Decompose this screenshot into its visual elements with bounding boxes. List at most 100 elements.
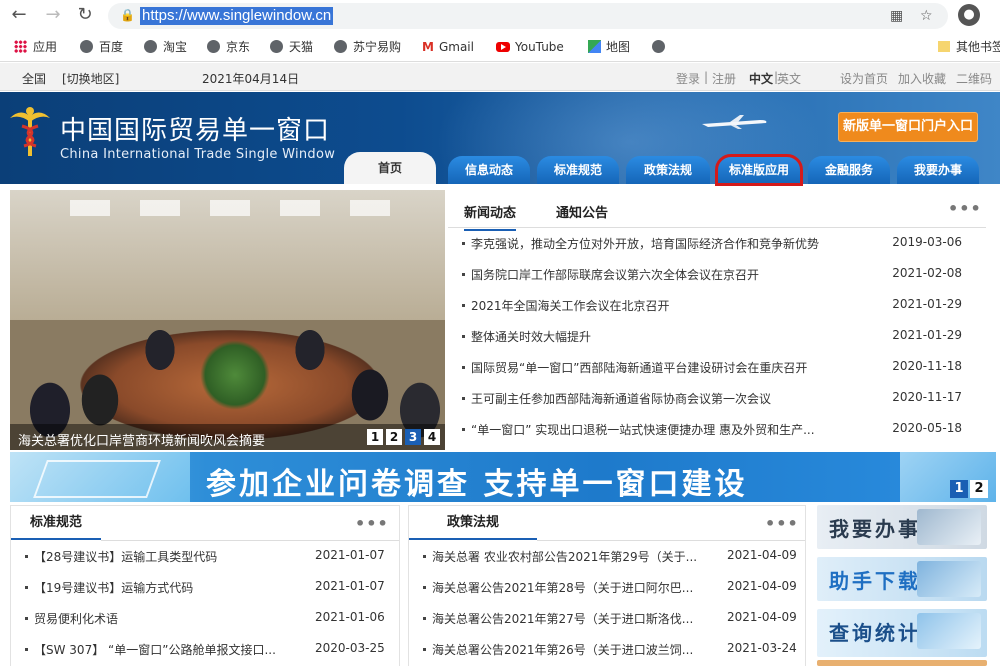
qrcode-link[interactable]: 二维码	[956, 70, 992, 87]
news-item[interactable]: 整体通关时效大幅提升 2021-01-29	[462, 328, 976, 348]
lock-icon: 🔒	[120, 8, 135, 22]
slide-page-2[interactable]: 2	[386, 429, 402, 445]
bookmark-unnamed[interactable]	[652, 39, 671, 55]
slide-page-3[interactable]: 3	[405, 429, 421, 445]
tab-standards[interactable]: 标准规范	[537, 156, 619, 184]
bullet	[25, 555, 28, 558]
ceiling-lights	[70, 200, 390, 216]
news-item[interactable]: “单一窗口” 实现出口退税一站式快速便捷办理 惠及外贸和生产... 2020-05…	[462, 421, 976, 441]
news-slideshow[interactable]: 海关总署优化口岸营商环境新闻吹风会摘要 1 2 3 4	[10, 190, 445, 450]
utility-bar: 全国 [切换地区] 2021年04月14日 登录 | 注册 中文 | 英文 设为…	[0, 63, 1000, 91]
bookmark-baidu[interactable]: 百度	[80, 39, 123, 55]
quick-next-tile[interactable]	[817, 660, 987, 666]
address-bar[interactable]: 🔒 https://www.singlewindow.cn ▦ ☆	[108, 3, 948, 29]
bullet	[462, 366, 465, 369]
list-item[interactable]: 贸易便利化术语 2021-01-06	[25, 610, 387, 630]
banner-page-2[interactable]: 2	[970, 480, 988, 498]
login-link[interactable]: 登录	[676, 70, 700, 87]
site-title: 中国国际贸易单一窗口	[60, 116, 331, 146]
quick-download-tile[interactable]: 助手下载	[817, 557, 987, 601]
switch-region-link[interactable]: [切换地区]	[62, 70, 119, 87]
list-item[interactable]: 海关总署公告2021年第26号（关于进口波兰饲... 2021-03-24	[423, 641, 799, 661]
chart-icon	[917, 613, 981, 649]
globe-icon	[80, 40, 93, 53]
star-icon[interactable]: ☆	[920, 8, 933, 24]
slide-page-1[interactable]: 1	[367, 429, 383, 445]
quick-statistics-tile[interactable]: 查询统计	[817, 609, 987, 657]
news-item[interactable]: 2021年全国海关工作会议在北京召开 2021-01-29	[462, 297, 976, 317]
bullet	[462, 273, 465, 276]
globe-icon	[652, 40, 665, 53]
more-icon[interactable]: •••	[765, 514, 799, 533]
new-portal-button[interactable]: 新版单一窗口门户入口	[838, 112, 978, 142]
reload-icon[interactable]: ↻	[74, 4, 96, 26]
standards-title[interactable]: 标准规范	[11, 506, 101, 540]
tab-news-updates[interactable]: 新闻动态	[464, 202, 517, 231]
bullet	[423, 586, 426, 589]
survey-text: 参加企业问卷调查 支持单一窗口建设	[206, 467, 748, 502]
list-item[interactable]: 海关总署 农业农村部公告2021年第29号（关于... 2021-04-09	[423, 548, 799, 568]
survey-banner[interactable]: 参加企业问卷调查 支持单一窗口建设 1 2	[10, 452, 996, 502]
bullet	[462, 397, 465, 400]
forward-arrow-icon[interactable]: →	[42, 4, 64, 26]
bullet	[462, 428, 465, 431]
list-item[interactable]: 海关总署公告2021年第27号（关于进口斯洛伐... 2021-04-09	[423, 610, 799, 630]
news-item[interactable]: 王可副主任参加西部陆海新通道省际协商会议第一次会议 2020-11-17	[462, 390, 976, 410]
divider	[537, 540, 805, 541]
list-item[interactable]: 【28号建议书】运输工具类型代码 2021-01-07	[25, 548, 387, 568]
bookmark-tmall[interactable]: 天猫	[270, 39, 313, 55]
bullet	[25, 648, 28, 651]
survey-illustration	[10, 452, 190, 502]
bookmark-maps[interactable]: 地图	[588, 39, 630, 55]
bookmark-other[interactable]: 其他书签	[938, 39, 1000, 55]
qr-code-icon[interactable]: ▦	[890, 8, 903, 24]
register-link[interactable]: 注册	[712, 70, 736, 87]
policies-panel: 政策法规 ••• 海关总署 农业农村部公告2021年第29号（关于... 2021…	[408, 505, 806, 666]
list-item[interactable]: 【19号建议书】运输方式代码 2021-01-07	[25, 579, 387, 599]
url-text[interactable]: https://www.singlewindow.cn	[140, 7, 334, 25]
tab-finance[interactable]: 金融服务	[808, 156, 890, 184]
more-icon[interactable]: •••	[355, 514, 389, 533]
list-item[interactable]: 海关总署公告2021年第28号（关于进口阿尔巴... 2021-04-09	[423, 579, 799, 599]
tab-standard-apps[interactable]: 标准版应用	[715, 154, 803, 186]
bookmark-gmail[interactable]: M Gmail	[422, 39, 474, 55]
slide-page-4[interactable]: 4	[424, 429, 440, 445]
region-label: 全国	[22, 72, 47, 86]
slide-caption-bar: 海关总署优化口岸营商环境新闻吹风会摘要 1 2 3 4	[10, 424, 445, 450]
tab-home[interactable]: 首页	[344, 152, 436, 184]
news-item[interactable]: 国际贸易“单一窗口”西部陆海新通道平台建设研讨会在重庆召开 2020-11-18	[462, 359, 976, 379]
news-panel: 新闻动态 通知公告 ••• 李克强说，推动全方位对外开放，培育国际经济合作和竞争…	[448, 190, 986, 452]
download-icon	[917, 561, 981, 597]
banner-page-1[interactable]: 1	[950, 480, 968, 498]
bookmark-apps[interactable]: 应用	[14, 39, 57, 55]
tab-news[interactable]: 信息动态	[448, 156, 530, 184]
list-item[interactable]: 【SW 307】 “单一窗口”公路舱单报文接口... 2020-03-25	[25, 641, 387, 661]
bookmark-taobao[interactable]: 淘宝	[144, 39, 187, 55]
youtube-icon	[496, 42, 510, 52]
laptop-icon	[917, 509, 981, 545]
tab-announcements[interactable]: 通知公告	[556, 202, 608, 221]
bookmark-youtube[interactable]: YouTube	[496, 39, 564, 55]
set-homepage-link[interactable]: 设为首页	[840, 70, 888, 87]
quick-services-tile[interactable]: 我要办事	[817, 505, 987, 549]
tab-services[interactable]: 我要办事	[897, 156, 979, 184]
lang-english-link[interactable]: 英文	[777, 70, 801, 87]
bookmarks-bar: 应用 百度 淘宝 京东 天猫 苏宁易购 M Gmail YouTube 地图 其他…	[0, 32, 1000, 62]
lang-chinese-link[interactable]: 中文	[749, 70, 773, 87]
profile-avatar-icon[interactable]: ●	[958, 4, 980, 26]
globe-icon	[334, 40, 347, 53]
bookmark-suning[interactable]: 苏宁易购	[334, 39, 401, 55]
news-item[interactable]: 李克强说，推动全方位对外开放，培育国际经济合作和竞争新优势 2019-03-06	[462, 235, 976, 255]
more-icon[interactable]: •••	[948, 199, 982, 218]
policies-title[interactable]: 政策法规	[409, 506, 537, 540]
globe-icon	[144, 40, 157, 53]
bookmark-jd[interactable]: 京东	[207, 39, 250, 55]
airplane-icon	[702, 115, 767, 129]
tab-policies[interactable]: 政策法规	[626, 156, 710, 184]
standards-panel: 标准规范 ••• 【28号建议书】运输工具类型代码 2021-01-07 【19号…	[10, 505, 400, 666]
bullet	[462, 335, 465, 338]
add-favorite-link[interactable]: 加入收藏	[898, 70, 946, 87]
news-item[interactable]: 国务院口岸工作部际联席会议第六次全体会议在京召开 2021-02-08	[462, 266, 976, 286]
slide-caption[interactable]: 海关总署优化口岸营商环境新闻吹风会摘要	[18, 430, 265, 449]
back-arrow-icon[interactable]: ←	[8, 4, 30, 26]
